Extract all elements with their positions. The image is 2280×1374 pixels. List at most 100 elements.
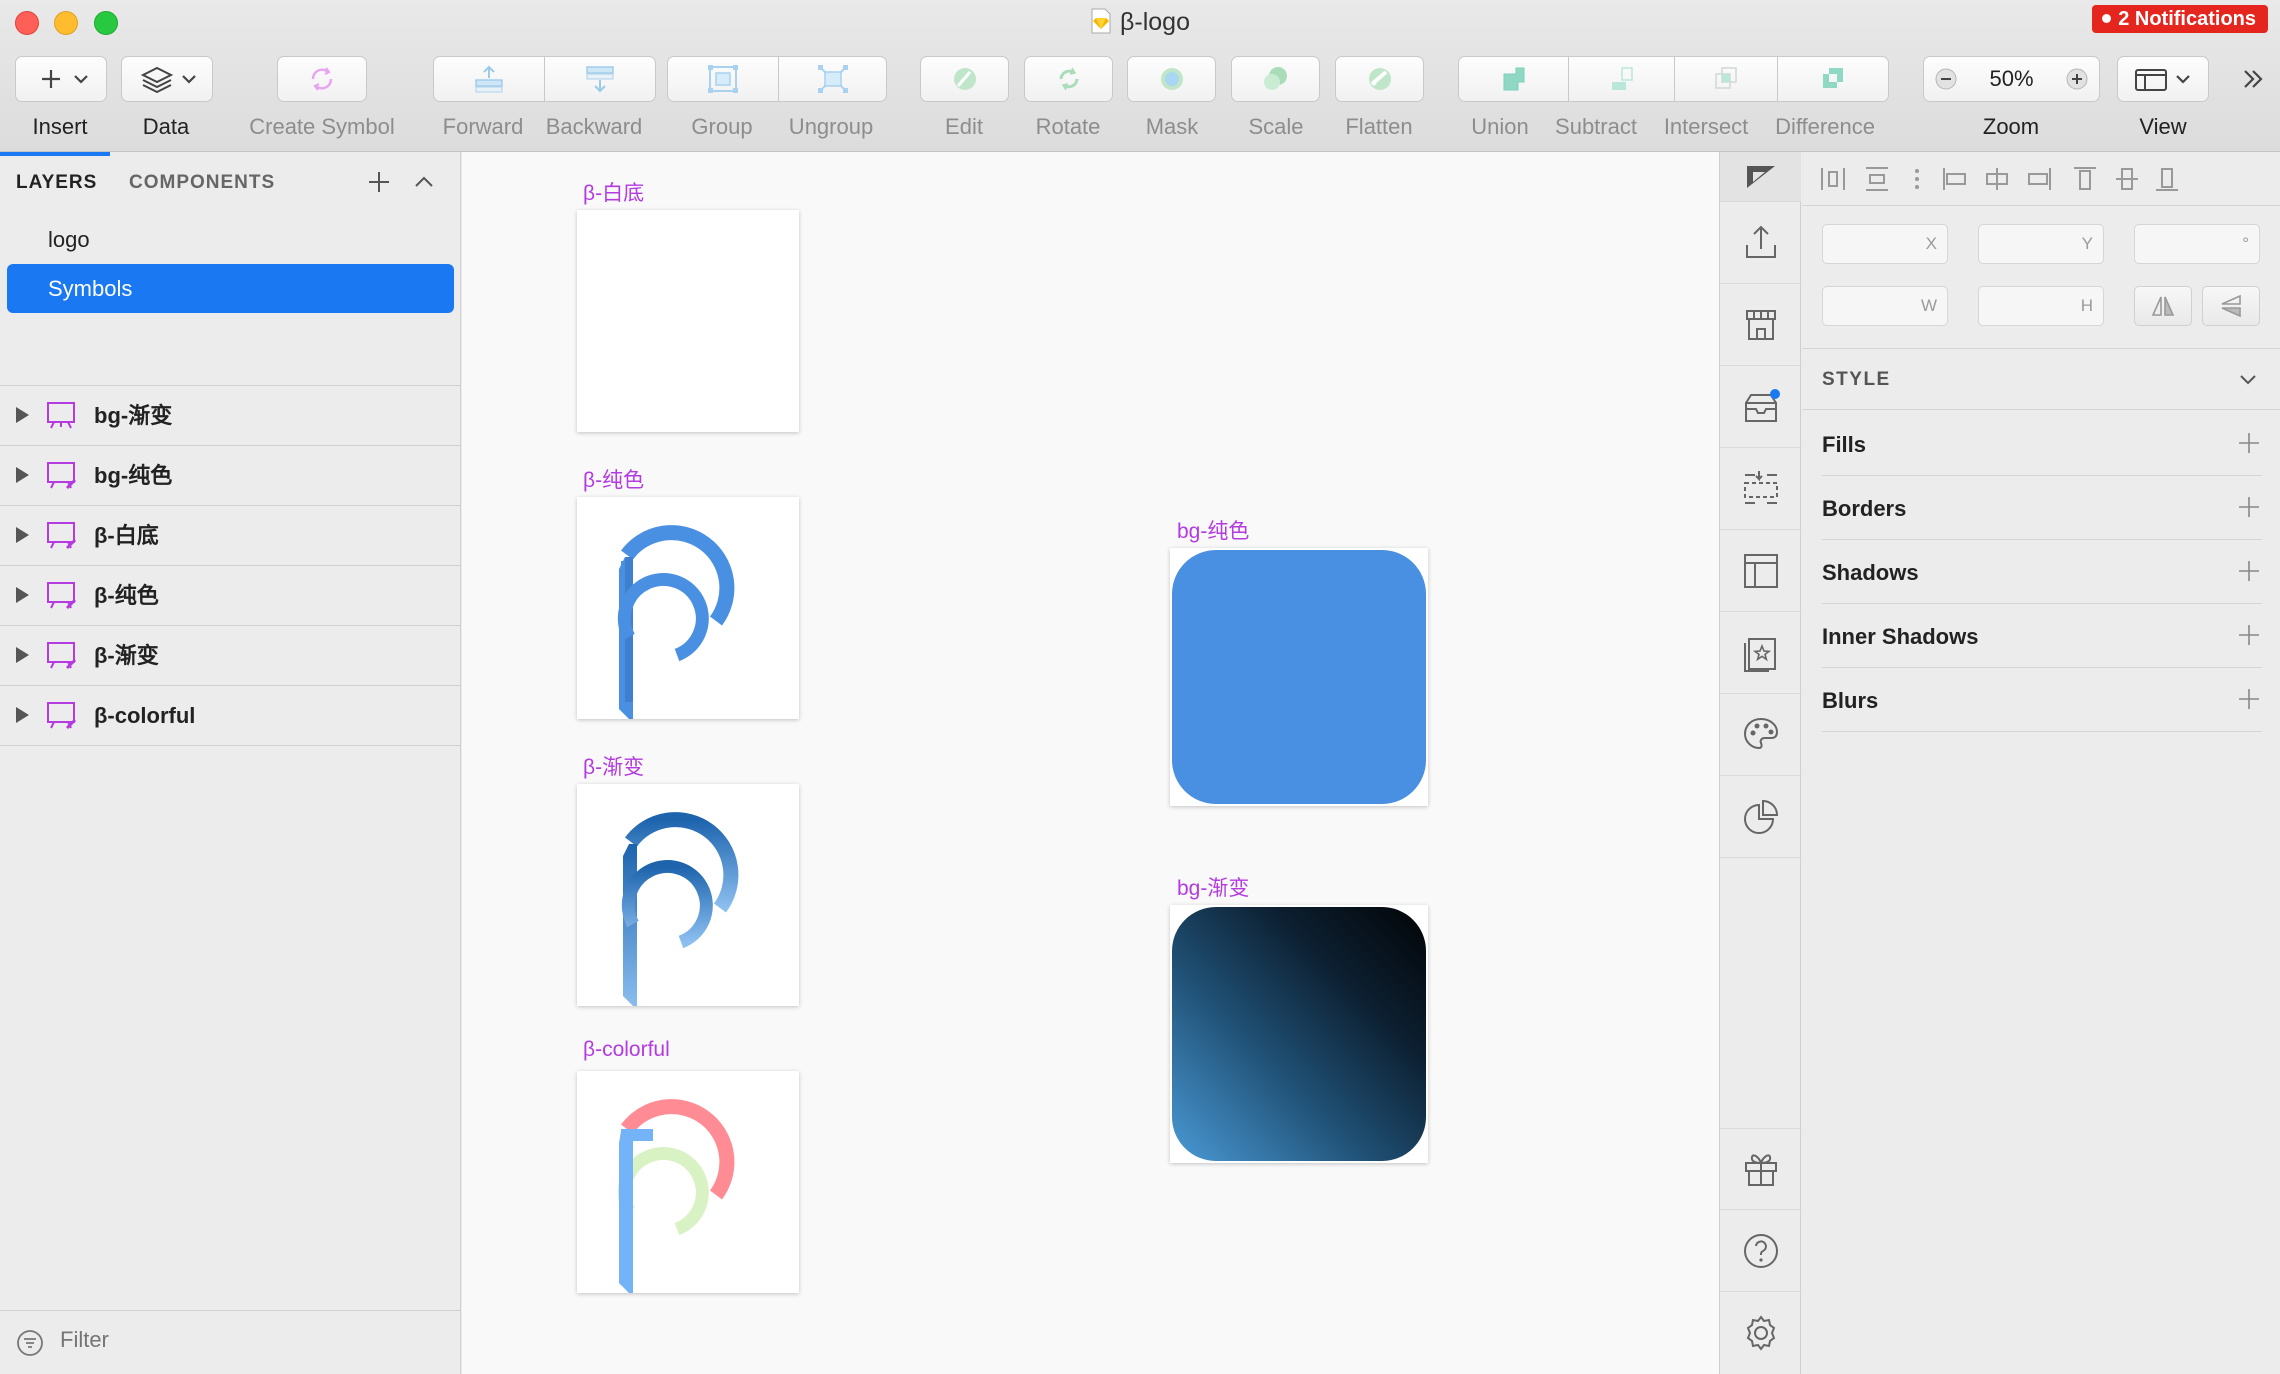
maximize-window-button[interactable] bbox=[94, 11, 118, 35]
group-label: Group bbox=[691, 114, 753, 139]
mask-button[interactable] bbox=[1127, 56, 1216, 102]
disclosure-triangle-icon[interactable] bbox=[16, 527, 29, 543]
intersect-button[interactable] bbox=[1675, 56, 1778, 102]
analytics-tab[interactable] bbox=[1720, 776, 1801, 858]
align-left-icon[interactable] bbox=[1940, 164, 1970, 194]
group-button[interactable] bbox=[667, 56, 779, 102]
artboard-bg-gradient[interactable] bbox=[1170, 905, 1428, 1163]
artboard-beta-white[interactable] bbox=[577, 210, 799, 432]
filter-input[interactable] bbox=[60, 1327, 440, 1353]
x-position-field[interactable]: X bbox=[1822, 224, 1948, 264]
artboard-label[interactable]: β-纯色 bbox=[583, 464, 644, 494]
add-fill-icon[interactable] bbox=[2236, 430, 2262, 456]
y-position-field[interactable]: Y bbox=[1978, 224, 2104, 264]
difference-button[interactable] bbox=[1778, 56, 1889, 102]
whats-new-tab[interactable] bbox=[1720, 1128, 1801, 1210]
flatten-button[interactable] bbox=[1335, 56, 1424, 102]
minimize-window-button[interactable] bbox=[54, 11, 78, 35]
artboard-bg-solid[interactable] bbox=[1170, 548, 1428, 806]
artboard-beta-colorful[interactable] bbox=[577, 1071, 799, 1297]
edit-button[interactable] bbox=[920, 56, 1009, 102]
layer-row[interactable]: β-白底 bbox=[0, 506, 460, 566]
layer-row[interactable]: bg-渐变 bbox=[0, 386, 460, 446]
view-label: View bbox=[2139, 114, 2187, 139]
add-border-icon[interactable] bbox=[2236, 494, 2262, 520]
symbol-artboard-icon bbox=[47, 702, 76, 729]
tab-layers[interactable]: LAYERS bbox=[16, 172, 97, 194]
page-item-symbols[interactable]: Symbols bbox=[7, 264, 454, 313]
store-tab[interactable] bbox=[1720, 284, 1801, 366]
layer-row[interactable]: β-纯色 bbox=[0, 566, 460, 626]
page-item-logo[interactable]: logo bbox=[7, 215, 454, 264]
layer-row[interactable]: β-渐变 bbox=[0, 626, 460, 686]
zoom-out-icon[interactable] bbox=[1934, 67, 1958, 91]
zoom-in-icon[interactable] bbox=[2065, 67, 2089, 91]
insert-button[interactable] bbox=[15, 56, 107, 102]
add-page-icon[interactable] bbox=[365, 168, 393, 196]
disclosure-triangle-icon[interactable] bbox=[16, 407, 29, 423]
add-shadow-icon[interactable] bbox=[2236, 558, 2262, 584]
layer-row[interactable]: β-colorful bbox=[0, 686, 460, 746]
style-section-header[interactable]: STYLE bbox=[1802, 348, 2280, 410]
inbox-tab[interactable] bbox=[1720, 366, 1801, 448]
canvas[interactable]: β-白底 β-纯色 β-渐变 β-colorful bg-纯色 bg-渐变 bbox=[462, 152, 1719, 1374]
forward-button[interactable] bbox=[433, 56, 545, 102]
insert-label: Insert bbox=[32, 114, 88, 139]
artboard-beta-solid[interactable] bbox=[577, 497, 799, 723]
inspector-panel: X Y ° W H STYLE Fills Borders Shadows In… bbox=[1802, 152, 2280, 1374]
height-field[interactable]: H bbox=[1978, 286, 2104, 326]
data-button[interactable] bbox=[121, 56, 213, 102]
artboard-label[interactable]: β-渐变 bbox=[583, 751, 644, 781]
distribute-horizontal-icon[interactable] bbox=[1818, 164, 1848, 194]
backward-button[interactable] bbox=[545, 56, 656, 102]
notification-dot-icon bbox=[2102, 14, 2112, 23]
layout-tab[interactable] bbox=[1720, 530, 1801, 612]
close-window-button[interactable] bbox=[15, 11, 39, 35]
export-tab[interactable] bbox=[1720, 202, 1801, 284]
align-middle-vertical-icon[interactable] bbox=[2112, 164, 2142, 194]
toolbar-overflow-icon[interactable] bbox=[2240, 66, 2266, 92]
rotate-button[interactable] bbox=[1024, 56, 1113, 102]
chevron-down-icon[interactable] bbox=[2236, 367, 2260, 391]
alignment-toolbar bbox=[1802, 152, 2280, 206]
shadows-label: Shadows bbox=[1822, 560, 1919, 585]
artboard-label[interactable]: β-白底 bbox=[583, 177, 644, 207]
subtract-button[interactable] bbox=[1569, 56, 1675, 102]
disclosure-triangle-icon[interactable] bbox=[16, 467, 29, 483]
artboard-label[interactable]: bg-纯色 bbox=[1177, 515, 1249, 545]
flip-vertical-button[interactable] bbox=[2202, 286, 2260, 326]
align-top-icon[interactable] bbox=[2070, 164, 2100, 194]
artboard-label[interactable]: β-colorful bbox=[583, 1038, 670, 1062]
tab-components[interactable]: COMPONENTS bbox=[129, 172, 275, 194]
add-blur-icon[interactable] bbox=[2236, 686, 2262, 712]
chevron-up-icon[interactable] bbox=[410, 168, 438, 196]
align-center-horizontal-icon[interactable] bbox=[1982, 164, 2012, 194]
distribute-vertical-icon[interactable] bbox=[1862, 164, 1892, 194]
layout-grid-tab[interactable] bbox=[1720, 448, 1801, 530]
align-bottom-icon[interactable] bbox=[2152, 164, 2182, 194]
disclosure-triangle-icon[interactable] bbox=[16, 707, 29, 723]
artboard-beta-gradient[interactable] bbox=[577, 784, 799, 1010]
disclosure-triangle-icon[interactable] bbox=[16, 587, 29, 603]
inspector-design-tab[interactable] bbox=[1720, 152, 1801, 202]
disclosure-triangle-icon[interactable] bbox=[16, 647, 29, 663]
ungroup-button[interactable] bbox=[779, 56, 887, 102]
layer-row[interactable]: bg-纯色 bbox=[0, 446, 460, 506]
settings-tab[interactable] bbox=[1720, 1292, 1801, 1374]
align-right-icon[interactable] bbox=[2024, 164, 2054, 194]
view-button[interactable] bbox=[2117, 56, 2209, 102]
help-tab[interactable] bbox=[1720, 1210, 1801, 1292]
scale-button[interactable] bbox=[1231, 56, 1320, 102]
flip-horizontal-button[interactable] bbox=[2134, 286, 2192, 326]
artboard-label[interactable]: bg-渐变 bbox=[1177, 872, 1249, 902]
notifications-badge[interactable]: 2 Notifications bbox=[2092, 5, 2268, 33]
more-options-icon[interactable] bbox=[1902, 164, 1932, 194]
zoom-value[interactable]: 50% bbox=[1989, 66, 2033, 92]
union-button[interactable] bbox=[1458, 56, 1569, 102]
rotation-field[interactable]: ° bbox=[2134, 224, 2260, 264]
symbols-tab[interactable] bbox=[1720, 612, 1801, 694]
color-palette-tab[interactable] bbox=[1720, 694, 1801, 776]
width-field[interactable]: W bbox=[1822, 286, 1948, 326]
add-inner-shadow-icon[interactable] bbox=[2236, 622, 2262, 648]
create-symbol-button[interactable] bbox=[277, 56, 367, 102]
